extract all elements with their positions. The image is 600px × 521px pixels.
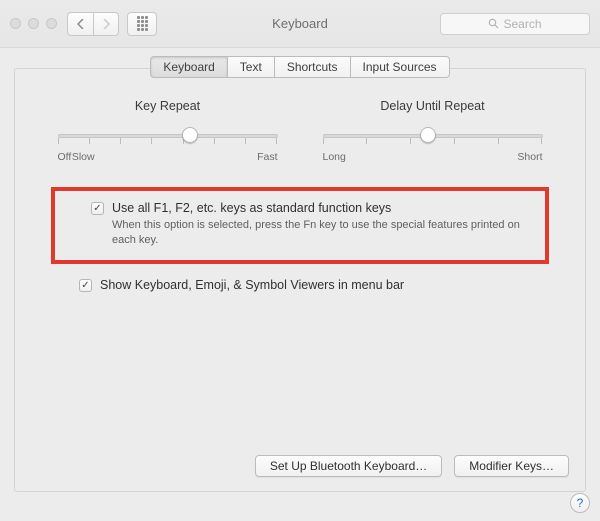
modifier-keys-button[interactable]: Modifier Keys… bbox=[454, 455, 569, 477]
delay-repeat-title: Delay Until Repeat bbox=[323, 99, 543, 113]
grid-icon bbox=[137, 16, 148, 31]
slider-knob[interactable] bbox=[182, 127, 198, 143]
nav-buttons bbox=[67, 12, 119, 36]
chevron-left-icon bbox=[77, 19, 85, 29]
key-repeat-block: Key Repeat Off Slow Fast bbox=[58, 99, 278, 163]
tab-input-sources[interactable]: Input Sources bbox=[351, 56, 450, 78]
key-repeat-mid-label: Slow bbox=[72, 151, 95, 163]
delay-repeat-block: Delay Until Repeat Long Short bbox=[323, 99, 543, 163]
tab-keyboard[interactable]: Keyboard bbox=[150, 56, 227, 78]
help-button[interactable]: ? bbox=[570, 493, 590, 513]
tab-text[interactable]: Text bbox=[228, 56, 275, 78]
close-window-icon[interactable] bbox=[10, 18, 21, 29]
sliders-row: Key Repeat Off Slow Fast Delay Until Rep… bbox=[35, 99, 565, 163]
minimize-window-icon[interactable] bbox=[28, 18, 39, 29]
fn-keys-subtext: When this option is selected, press the … bbox=[112, 218, 533, 248]
show-all-prefs-button[interactable] bbox=[127, 12, 157, 36]
window-controls bbox=[10, 18, 57, 29]
zoom-window-icon[interactable] bbox=[46, 18, 57, 29]
chevron-right-icon bbox=[102, 19, 110, 29]
tab-bar: Keyboard Text Shortcuts Input Sources bbox=[15, 56, 585, 78]
delay-repeat-left-label: Long bbox=[323, 151, 346, 163]
slider-knob[interactable] bbox=[420, 127, 436, 143]
key-repeat-left-label: Off bbox=[58, 151, 72, 163]
back-button[interactable] bbox=[67, 12, 93, 36]
bottom-buttons: Set Up Bluetooth Keyboard… Modifier Keys… bbox=[255, 455, 569, 477]
key-repeat-slider[interactable] bbox=[58, 125, 278, 147]
fn-keys-label: Use all F1, F2, etc. keys as standard fu… bbox=[112, 201, 533, 215]
show-viewers-checkbox[interactable]: ✓ bbox=[79, 279, 92, 292]
delay-repeat-right-label: Short bbox=[517, 151, 542, 163]
key-repeat-right-label: Fast bbox=[257, 151, 277, 163]
forward-button[interactable] bbox=[93, 12, 119, 36]
search-placeholder: Search bbox=[503, 17, 541, 31]
titlebar: Keyboard Search bbox=[0, 0, 600, 48]
fn-keys-checkbox[interactable]: ✓ bbox=[91, 202, 104, 215]
highlighted-option: ✓ Use all F1, F2, etc. keys as standard … bbox=[51, 187, 549, 264]
search-icon bbox=[488, 18, 499, 29]
preferences-panel: Keyboard Text Shortcuts Input Sources Ke… bbox=[14, 68, 586, 492]
delay-repeat-slider[interactable] bbox=[323, 125, 543, 147]
key-repeat-title: Key Repeat bbox=[58, 99, 278, 113]
slider-ticks bbox=[58, 130, 278, 142]
setup-bluetooth-button[interactable]: Set Up Bluetooth Keyboard… bbox=[255, 455, 442, 477]
search-field[interactable]: Search bbox=[440, 13, 590, 35]
show-viewers-label: Show Keyboard, Emoji, & Symbol Viewers i… bbox=[100, 278, 404, 292]
tab-shortcuts[interactable]: Shortcuts bbox=[275, 56, 351, 78]
